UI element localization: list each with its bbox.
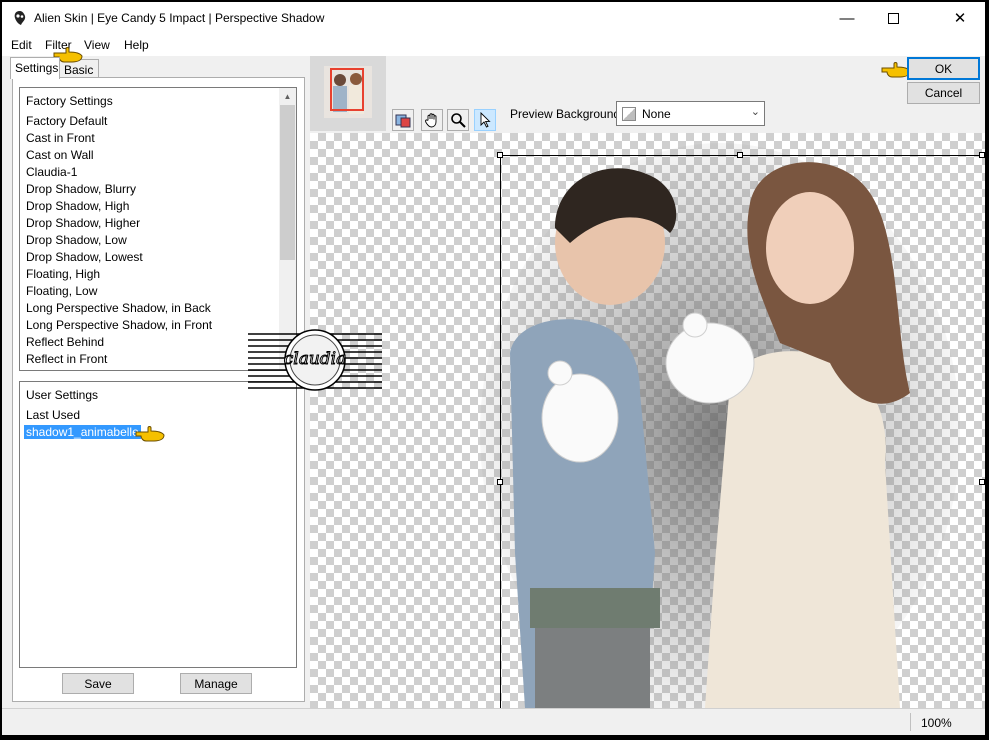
preview-background-select[interactable]: None ⌄	[616, 101, 765, 126]
selection-handle[interactable]	[497, 152, 503, 158]
minimize-icon: —	[839, 9, 855, 27]
watermark-logo: claudia	[248, 328, 382, 392]
zoom-level: 100%	[921, 716, 952, 730]
preview-image-button[interactable]	[392, 109, 414, 131]
list-item[interactable]: Long Perspective Shadow, in Back	[26, 301, 211, 315]
window-title: Alien Skin | Eye Candy 5 Impact | Perspe…	[34, 11, 325, 25]
menu-help[interactable]: Help	[124, 38, 149, 52]
list-item[interactable]: Reflect in Front	[26, 352, 107, 366]
selection-border	[500, 155, 501, 708]
close-button[interactable]: ✕	[937, 2, 983, 34]
minimize-button[interactable]: —	[824, 2, 870, 34]
status-bar: 100%	[2, 708, 985, 735]
list-item[interactable]: Drop Shadow, Lowest	[26, 250, 143, 264]
cancel-button[interactable]: Cancel	[907, 82, 980, 104]
hand-tool-icon	[425, 113, 437, 128]
list-item[interactable]: Drop Shadow, Low	[26, 233, 127, 247]
manage-button[interactable]: Manage	[180, 673, 252, 694]
eye-candy-dialog: Alien Skin | Eye Candy 5 Impact | Perspe…	[2, 2, 985, 735]
menu-edit[interactable]: Edit	[11, 38, 32, 52]
chevron-down-icon: ⌄	[750, 106, 760, 118]
zoom-indicator: 100%	[910, 713, 982, 731]
preview-canvas[interactable]	[310, 133, 985, 708]
selection-handle[interactable]	[979, 479, 985, 485]
title-bar: Alien Skin | Eye Candy 5 Impact | Perspe…	[2, 2, 985, 34]
list-item[interactable]: Cast on Wall	[26, 148, 94, 162]
maximize-button[interactable]	[870, 2, 916, 34]
scroll-thumb[interactable]	[280, 105, 295, 260]
menu-bar: Edit Filter View Help	[2, 34, 985, 56]
maximize-icon	[887, 12, 899, 24]
preview-image-icon	[395, 114, 411, 128]
background-swatch	[622, 107, 636, 121]
list-item[interactable]: Floating, High	[26, 267, 100, 281]
preview-background-label: Preview Background:	[510, 107, 624, 121]
scroll-up-icon[interactable]: ▲	[279, 88, 296, 105]
select-tool-button[interactable]	[474, 109, 496, 131]
list-item[interactable]: Claudia-1	[26, 165, 77, 179]
zoom-tool-icon	[451, 113, 466, 128]
preview-image	[480, 143, 960, 708]
preview-background-value: None	[642, 107, 671, 121]
list-item[interactable]: Cast in Front	[26, 131, 95, 145]
list-item-selected[interactable]: shadow1_animabelle	[24, 425, 141, 439]
selection-handle[interactable]	[979, 152, 985, 158]
alien-skin-app-icon	[14, 11, 26, 25]
watermark-text: claudia	[284, 349, 347, 369]
list-item[interactable]: Factory Default	[26, 114, 107, 128]
factory-settings-header: Factory Settings	[26, 94, 113, 108]
navigator-thumbnail[interactable]	[310, 56, 386, 131]
selection-handle[interactable]	[737, 152, 743, 158]
list-item[interactable]: Drop Shadow, Higher	[26, 216, 140, 230]
select-arrow-icon	[480, 112, 491, 128]
selection-handle[interactable]	[497, 479, 503, 485]
menu-view[interactable]: View	[84, 38, 110, 52]
list-item[interactable]: Reflect Behind	[26, 335, 104, 349]
list-item[interactable]: Drop Shadow, Blurry	[26, 182, 136, 196]
ok-button[interactable]: OK	[907, 57, 980, 80]
list-item[interactable]: Floating, Low	[26, 284, 97, 298]
close-icon: ✕	[953, 10, 967, 27]
zoom-tool-button[interactable]	[447, 109, 469, 131]
hand-tool-button[interactable]	[421, 109, 443, 131]
save-button[interactable]: Save	[62, 673, 134, 694]
tab-settings[interactable]: Settings	[10, 57, 60, 79]
list-item[interactable]: Long Perspective Shadow, in Front	[26, 318, 212, 332]
user-settings-header: User Settings	[26, 388, 99, 402]
pointing-hand-icon	[135, 426, 165, 442]
list-item[interactable]: Drop Shadow, High	[26, 199, 129, 213]
list-item[interactable]: Last Used	[26, 408, 80, 422]
navigator-view-frame[interactable]	[330, 68, 364, 111]
